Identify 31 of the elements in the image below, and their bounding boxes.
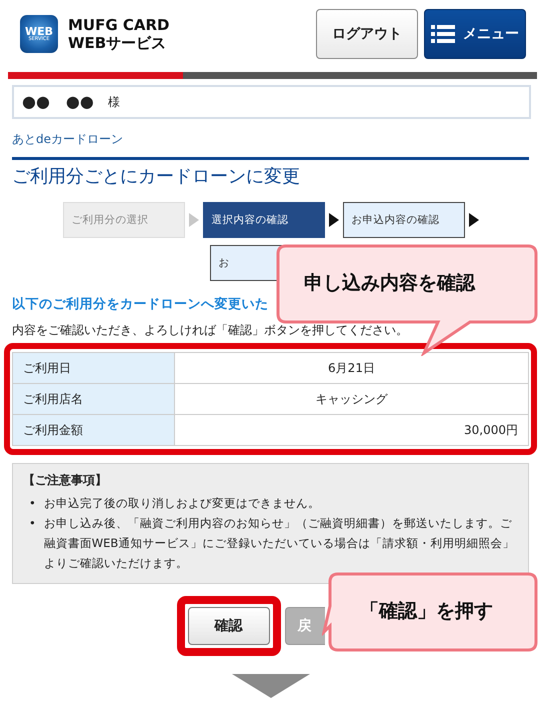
step-arrow-icon <box>328 213 338 227</box>
note-item: お申し込み後、「融資ご利用内容のお知らせ」（ご融資明細書）を郵送いたします。ご融資書面WEB通知サービス」にご登録いただいている場合は「請求額・利用明細照会」よりご確認いただけます。 <box>44 515 516 572</box>
table-cell: 30,000円 <box>174 414 528 446</box>
logout-button[interactable]: ログアウト <box>316 9 418 59</box>
table-label-cell: ご利用店名 <box>12 384 174 414</box>
breadcrumb: あとdeカードローン <box>12 131 529 160</box>
honorific: 様 <box>108 94 120 110</box>
bullet: • <box>29 515 36 532</box>
page-title: ご利用分ごとにカードローンに変更 <box>12 165 301 188</box>
step-indicator: お申込内容の確認 <box>342 202 464 238</box>
bullet: • <box>29 495 36 512</box>
step-indicator: ご利用分の選択 <box>62 202 184 238</box>
callout-text: 「確認」を押す <box>360 599 493 624</box>
step-indicator: 選択内容の確認 <box>202 202 324 238</box>
instruction-text: 内容をご確認いただき、よろしければ「確認」ボタンを押してください。 <box>12 322 409 339</box>
user-name: ●● ●● <box>22 92 94 112</box>
menu-button[interactable]: メニュー <box>424 9 526 59</box>
step-arrow-icon <box>468 213 478 227</box>
table-cell: キャッシング <box>174 384 528 414</box>
down-arrow-icon <box>232 674 310 698</box>
note-item: お申込完了後の取り消しおよび変更はできません。 <box>44 495 321 512</box>
confirm-button[interactable]: 確認 <box>188 607 270 645</box>
section-heading: 以下のご利用分をカードローンへ変更いた <box>12 296 270 313</box>
step-arrow-icon <box>188 213 198 227</box>
notes-title: 【ご注意事項】 <box>23 472 108 489</box>
table-label-cell: ご利用金額 <box>12 414 174 446</box>
table-cell: 6月21日 <box>174 352 528 384</box>
table-label-cell: ご利用日 <box>12 352 174 384</box>
menu-icon <box>431 24 455 44</box>
brand-name: MUFG CARD <box>68 16 170 34</box>
brand-subtitle: WEBサービス <box>68 34 168 52</box>
